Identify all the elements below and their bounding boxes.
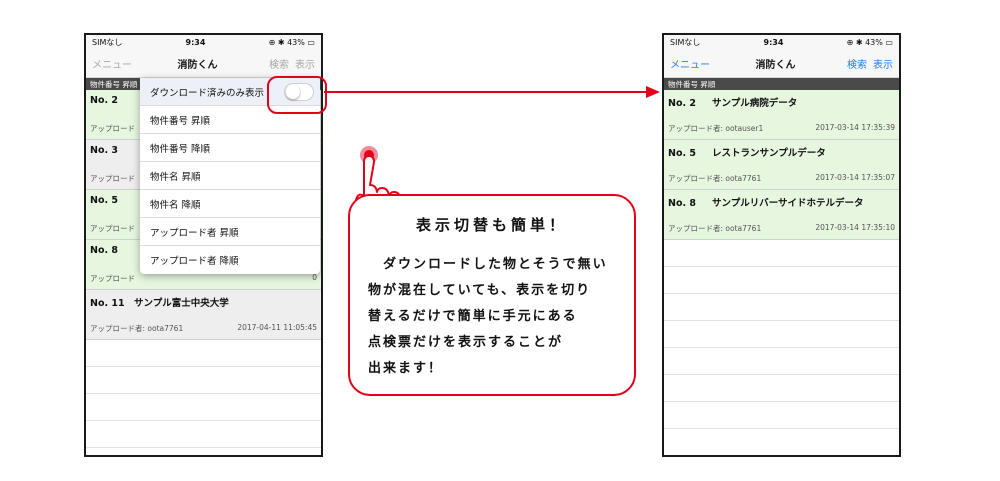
- battery-indicator: ⊕ ✱ 43% ▭: [846, 37, 893, 47]
- nav-bar: メニュー 消防くん 検索 表示: [664, 49, 899, 78]
- app-title: 消防くん: [755, 59, 796, 71]
- table-row[interactable]: No. 5 レストランサンプルデータ アップロード者: oota7761 2017-…: [664, 140, 899, 190]
- empty-row: [664, 375, 899, 402]
- property-list: No. 2 サンプル病院データ アップロード者: ootauser1 2017-03…: [664, 90, 899, 455]
- empty-row: [664, 402, 899, 429]
- empty-row: [664, 348, 899, 375]
- search-button[interactable]: 検索: [847, 60, 867, 71]
- empty-row: [664, 267, 899, 294]
- empty-row: [664, 294, 899, 321]
- display-button[interactable]: 表示: [873, 60, 893, 71]
- carrier-label: SIMなし: [670, 37, 701, 47]
- empty-row: [664, 240, 899, 267]
- empty-row: [664, 321, 899, 348]
- table-row[interactable]: No. 2 サンプル病院データ アップロード者: ootauser1 2017-03…: [664, 90, 899, 140]
- callout-title: 表示切替も簡単！: [415, 216, 568, 234]
- empty-row: [664, 429, 899, 455]
- section-header: 物件番号 昇順: [664, 78, 899, 90]
- table-row[interactable]: No. 8 サンプルリバーサイドホテルデータ アップロード者: oota7761 2…: [664, 190, 899, 240]
- feature-callout: 表示切替も簡単！ ダウンロードした物とそうで無い 物が混在していても、表示を切り…: [348, 194, 636, 396]
- menu-button[interactable]: メニュー: [670, 56, 710, 71]
- callout-body: ダウンロードした物とそうで無い 物が混在していても、表示を切り 替えるだけで簡単…: [368, 257, 608, 376]
- right-phone-screen: SIMなし 9:34 ⊕ ✱ 43% ▭ メニュー 消防くん 検索 表示 物件番号…: [662, 33, 901, 457]
- clock: 9:34: [763, 37, 784, 47]
- status-bar: SIMなし 9:34 ⊕ ✱ 43% ▭: [664, 35, 899, 49]
